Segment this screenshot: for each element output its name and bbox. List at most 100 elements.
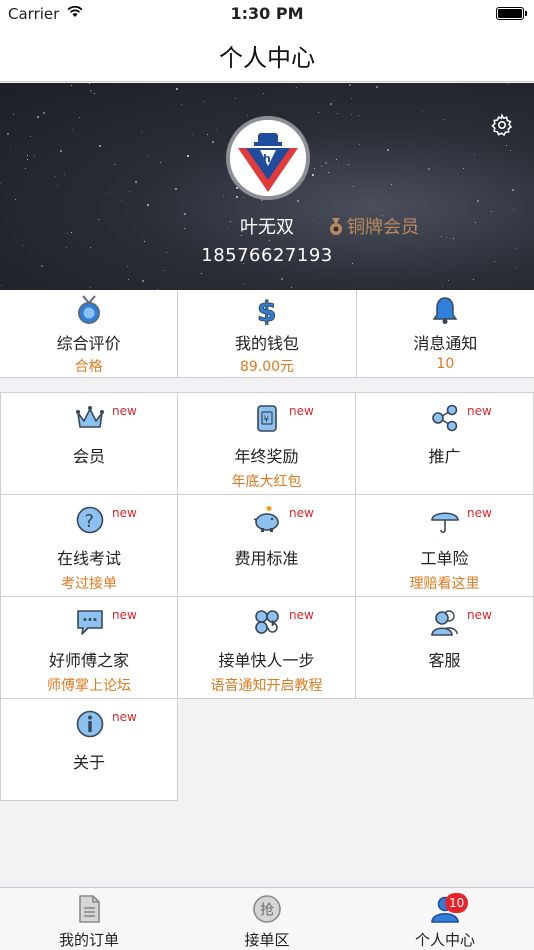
star-decoration <box>321 166 322 167</box>
new-badge: new <box>112 710 137 724</box>
medal-small-icon <box>330 218 342 235</box>
tab-my-orders[interactable]: 我的订单 <box>0 888 178 950</box>
star-decoration <box>71 85 72 86</box>
star-decoration <box>34 156 35 157</box>
chat-icon <box>77 610 103 635</box>
star-decoration <box>353 186 354 187</box>
star-decoration <box>422 111 423 112</box>
star-decoration <box>477 200 479 202</box>
star-decoration <box>507 83 508 84</box>
menu-label: 关于 <box>72 753 105 772</box>
menu-label: 接单快人一步 <box>218 651 315 670</box>
stats-row: 综合评价 合格 $ 我的钱包 89.00元 消息通知 10 <box>0 290 534 378</box>
new-badge: new <box>289 608 314 622</box>
tab-personal-center[interactable]: 10 个人中心 <box>356 888 534 950</box>
star-decoration <box>314 168 315 169</box>
star-decoration <box>510 150 511 151</box>
star-decoration <box>89 83 90 84</box>
star-decoration <box>99 145 101 147</box>
star-decoration <box>37 116 39 118</box>
star-decoration <box>336 159 337 160</box>
new-badge: new <box>112 404 137 418</box>
tab-label: 个人中心 <box>414 931 475 949</box>
star-decoration <box>441 236 442 237</box>
star-decoration <box>176 88 178 90</box>
star-decoration <box>269 240 270 241</box>
star-decoration <box>443 119 444 120</box>
svg-text:h: h <box>263 152 271 165</box>
star-decoration <box>144 241 145 242</box>
star-decoration <box>235 98 236 99</box>
menu-label: 客服 <box>428 651 461 670</box>
bell-icon <box>432 297 458 324</box>
stat-label: 综合评价 <box>56 334 121 353</box>
star-decoration <box>463 168 464 169</box>
star-decoration <box>491 211 492 212</box>
document-icon <box>79 895 100 923</box>
menu-label: 好师傅之家 <box>48 651 129 670</box>
menu-label: 工单险 <box>420 549 469 568</box>
stat-label: 消息通知 <box>413 334 478 353</box>
page-title: 个人中心 <box>219 44 315 72</box>
svg-text:$: $ <box>257 295 276 325</box>
star-decoration <box>60 150 62 152</box>
star-decoration <box>175 188 177 190</box>
star-decoration <box>192 134 193 135</box>
menu-item-work-order-insurance[interactable]: new 工单险 理赔看这里 <box>356 495 534 597</box>
star-decoration <box>64 174 65 175</box>
svg-text:¥: ¥ <box>264 415 270 425</box>
menu-sublabel: 理赔看这里 <box>409 576 480 592</box>
star-decoration <box>90 287 91 288</box>
menu-item-about[interactable]: new 关于 <box>0 699 178 801</box>
star-decoration <box>98 219 99 220</box>
star-decoration <box>330 103 332 105</box>
star-decoration <box>27 159 28 160</box>
star-decoration <box>337 113 338 114</box>
stat-wallet[interactable]: $ 我的钱包 89.00元 <box>178 290 357 377</box>
menu-item-promotion[interactable]: new 推广 <box>356 393 534 495</box>
star-decoration <box>142 280 144 282</box>
star-decoration <box>475 222 476 223</box>
stat-rating[interactable]: 综合评价 合格 <box>0 290 179 377</box>
gear-icon[interactable] <box>490 113 514 137</box>
menu-item-year-end-bonus[interactable]: ¥ new 年终奖励 年底大红包 <box>178 393 356 495</box>
star-decoration <box>387 149 389 151</box>
menu-item-fast-order[interactable]: new 接单快人一步 语音通知开启教程 <box>178 597 356 699</box>
menu-item-master-home[interactable]: new 好师傅之家 师傅掌上论坛 <box>0 597 178 699</box>
menu-sublabel: 师傅掌上论坛 <box>47 678 131 694</box>
menu-item-customer-service[interactable]: new 客服 <box>356 597 534 699</box>
tab-bar: 我的订单 抢 接单区 10 个人中心 <box>0 887 534 950</box>
new-badge: new <box>112 608 137 622</box>
navigation-bar: 个人中心 <box>0 28 534 82</box>
star-decoration <box>247 115 248 116</box>
menu-label: 会员 <box>72 447 105 466</box>
star-decoration <box>296 87 297 88</box>
tab-order-zone[interactable]: 抢 接单区 <box>178 888 356 950</box>
stat-notifications[interactable]: 消息通知 10 <box>357 290 534 377</box>
menu-item-online-exam[interactable]: ? new 在线考试 考过接单 <box>0 495 178 597</box>
crown-icon <box>76 406 104 428</box>
star-decoration <box>376 86 378 88</box>
star-decoration <box>359 144 360 145</box>
star-decoration <box>15 199 16 200</box>
star-decoration <box>325 162 327 164</box>
customer-service-icon <box>431 610 458 636</box>
star-decoration <box>79 117 80 118</box>
star-decoration <box>281 278 283 280</box>
menu-sublabel: 考过接单 <box>61 576 117 592</box>
share-icon <box>432 404 458 432</box>
new-badge: new <box>467 608 492 622</box>
avatar[interactable]: h <box>226 116 310 200</box>
star-decoration <box>129 191 130 192</box>
star-decoration <box>512 189 514 191</box>
member-level-label: 铜牌会员 <box>347 217 419 238</box>
clover-icon <box>255 610 279 634</box>
star-decoration <box>236 196 238 198</box>
star-decoration <box>446 237 447 238</box>
menu-item-fee-standard[interactable]: new 费用标准 <box>178 495 356 597</box>
star-decoration <box>106 192 107 193</box>
menu-item-membership[interactable]: new 会员 <box>0 393 178 495</box>
star-decoration <box>291 287 292 288</box>
star-decoration <box>121 200 122 201</box>
avatar-logo: h <box>230 120 306 196</box>
